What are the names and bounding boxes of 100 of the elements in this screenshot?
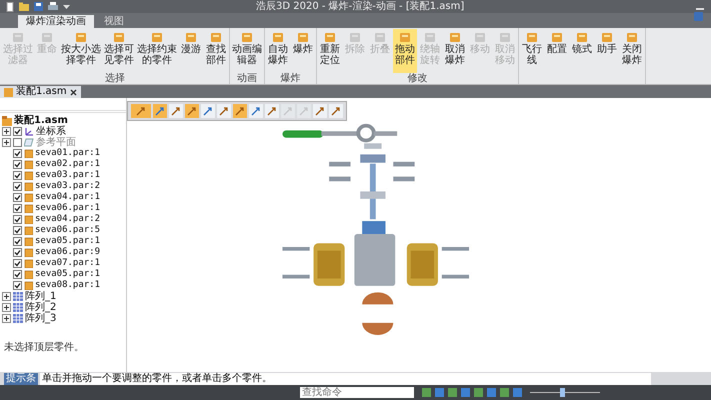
ribbon-button[interactable]: 镜式 (570, 29, 594, 73)
diagonal-arrow-icon (235, 106, 245, 116)
tree-item[interactable]: seva04.par:2 (35, 214, 100, 225)
toolbar-button[interactable] (313, 104, 327, 118)
ribbon-button[interactable]: 飞行线 (520, 29, 544, 73)
ribbon-group-label: 修改 (406, 73, 428, 84)
tree-item[interactable]: 参考平面 (36, 137, 76, 148)
tree-item[interactable]: seva03.par:2 (35, 181, 100, 192)
tree-item[interactable]: 装配1.asm (14, 115, 68, 126)
toolbar-button[interactable] (201, 104, 215, 118)
document-icon[interactable] (6, 2, 14, 12)
part-icon (448, 30, 462, 44)
ribbon-button[interactable]: 拖动部件 (393, 29, 417, 73)
diagonal-arrow-icon (283, 106, 293, 116)
slider-thumb[interactable] (560, 388, 564, 397)
toolbar-button[interactable] (265, 104, 279, 118)
tree-item[interactable]: seva07.par:1 (35, 258, 100, 269)
checkbox[interactable] (13, 270, 22, 279)
grid-icon (13, 303, 23, 312)
part-icon (209, 30, 223, 44)
part-icon (150, 30, 164, 44)
part-icon (525, 30, 539, 44)
close-icon[interactable] (70, 88, 77, 96)
ribbon-button[interactable]: 爆炸 (291, 29, 315, 73)
ribbon-button[interactable]: 按大小选择零件 (60, 29, 102, 73)
checkbox[interactable] (13, 160, 22, 169)
toolbar-button[interactable] (233, 104, 247, 118)
checkbox[interactable] (13, 237, 22, 246)
checkbox[interactable] (13, 182, 22, 191)
print-icon[interactable] (48, 2, 58, 11)
axes-icon (24, 126, 34, 136)
assembly-icon (2, 116, 12, 126)
checkbox[interactable] (13, 149, 22, 158)
dropdown-icon[interactable] (63, 4, 70, 10)
tree-item[interactable]: seva06.par:1 (35, 203, 100, 214)
part-icon (625, 30, 639, 44)
checkbox[interactable] (13, 215, 22, 224)
expand-icon[interactable] (2, 138, 11, 147)
checkbox[interactable] (13, 171, 22, 180)
diagonal-arrow-icon (331, 106, 341, 116)
ribbon-button[interactable]: 取消爆炸 (443, 29, 467, 73)
tree-item[interactable]: seva02.par:1 (35, 159, 100, 170)
diagonal-arrow-icon (299, 106, 309, 116)
tree-item[interactable]: seva01.par:1 (35, 148, 100, 159)
ribbon-group-label: 选择 (104, 73, 126, 84)
ribbon-button[interactable]: 配置 (545, 29, 569, 73)
expand-icon[interactable] (2, 314, 11, 323)
part-icon (240, 30, 254, 44)
checkbox[interactable] (13, 138, 22, 147)
ribbon-button[interactable]: 动画编辑器 (231, 29, 263, 73)
checkbox[interactable] (13, 204, 22, 213)
toolbar-button[interactable] (185, 104, 199, 118)
ribbon-button[interactable]: 漫游 (179, 29, 203, 73)
toolbar-button[interactable] (131, 104, 151, 118)
tree-item[interactable]: seva08.par:1 (35, 280, 100, 291)
part-icon (296, 30, 310, 44)
diagonal-arrow-icon (219, 106, 229, 116)
tree-item[interactable]: seva03.par:1 (35, 170, 100, 181)
toolbar-button[interactable] (169, 104, 183, 118)
tree-item[interactable]: seva05.par:1 (35, 236, 100, 247)
status-message: 未选择顶层零件。 (3, 342, 85, 354)
checkbox[interactable] (13, 127, 22, 136)
checkbox[interactable] (13, 193, 22, 202)
checkbox[interactable] (13, 226, 22, 235)
ribbon-tab[interactable]: 爆炸渲染动画 (18, 15, 94, 28)
tree-item[interactable]: 坐标系 (36, 126, 66, 137)
command-search-field[interactable]: 查找命令 (300, 387, 414, 398)
checkbox[interactable] (13, 248, 22, 257)
ribbon-tab[interactable]: 视图 (96, 15, 132, 28)
document-tab[interactable]: 装配1.asm (0, 86, 81, 98)
save-icon[interactable] (34, 2, 43, 11)
part-icon (184, 30, 198, 44)
folder-icon[interactable] (19, 2, 29, 11)
ribbon-button[interactable]: 助手 (595, 29, 619, 73)
expand-icon[interactable] (2, 292, 11, 301)
toolbar-button[interactable] (153, 104, 167, 118)
diagonal-arrow-icon (171, 106, 181, 116)
zoom-slider[interactable] (530, 388, 600, 397)
ribbon-button[interactable]: 自动爆炸 (266, 29, 290, 73)
expand-icon[interactable] (2, 127, 11, 136)
tree-item[interactable]: seva06.par:9 (35, 247, 100, 258)
assembly-icon (4, 88, 13, 96)
toolbar-button[interactable] (217, 104, 231, 118)
part-icon (575, 30, 589, 44)
toolbar-button[interactable] (249, 104, 263, 118)
tree-item[interactable]: 阵列_2 (25, 302, 56, 313)
expand-icon[interactable] (2, 303, 11, 312)
ribbon-button[interactable]: 关闭爆炸 (620, 29, 644, 73)
ribbon-button[interactable]: 重新定位 (318, 29, 342, 73)
tree-item[interactable]: 阵列_3 (25, 313, 56, 324)
ribbon-button[interactable]: 查找部件 (204, 29, 228, 73)
tree-item[interactable]: seva04.par:1 (35, 192, 100, 203)
ribbon-button[interactable]: 选择约束的零件 (136, 29, 178, 73)
checkbox[interactable] (13, 259, 22, 268)
tree-item[interactable]: seva05.par:1 (35, 269, 100, 280)
ribbon-button[interactable]: 选择可见零件 (103, 29, 135, 73)
checkbox[interactable] (13, 281, 22, 290)
toolbar-button[interactable] (329, 104, 343, 118)
tree-item[interactable]: 阵列_1 (25, 291, 56, 302)
tree-item[interactable]: seva06.par:5 (35, 225, 100, 236)
